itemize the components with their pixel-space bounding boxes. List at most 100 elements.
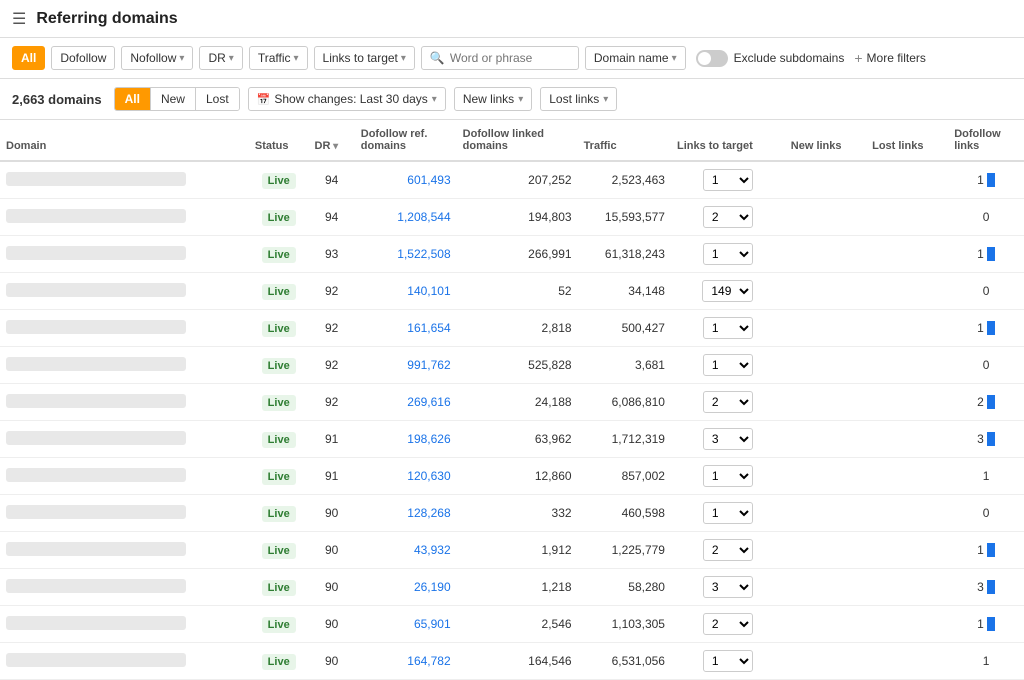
domain-placeholder <box>6 653 186 667</box>
dofollow-links-cell: 1 <box>948 606 1024 643</box>
domain-placeholder <box>6 394 186 408</box>
dofollow-ref-link[interactable]: 1,208,544 <box>397 210 450 224</box>
dofollow-bar-icon[interactable] <box>987 432 995 446</box>
hamburger-icon[interactable]: ☰ <box>12 9 26 29</box>
links-target-cell: 1 <box>671 310 785 347</box>
lost-links-cell <box>866 161 948 199</box>
dofollow-ref-link[interactable]: 164,782 <box>407 654 450 668</box>
search-input[interactable] <box>450 51 570 65</box>
exclude-subdomains-toggle[interactable] <box>696 50 728 67</box>
links-target-cell: 2 <box>671 532 785 569</box>
dofollow-ref-link[interactable]: 43,932 <box>414 543 451 557</box>
links-target-select[interactable]: 1 <box>703 317 753 339</box>
dofollow-bar-icon[interactable] <box>987 247 995 261</box>
col-lost-links: Lost links <box>866 120 948 161</box>
lost-links-cell <box>866 310 948 347</box>
dr-chevron-icon: ▾ <box>229 53 234 64</box>
dofollow-ref-cell: 1,208,544 <box>355 199 457 236</box>
all-filter-button[interactable]: All <box>12 46 45 70</box>
table-row: Live 90 65,901 2,546 1,103,305 2 1 <box>0 606 1024 643</box>
dofollow-bar-icon[interactable] <box>987 543 995 557</box>
links-target-select[interactable]: 1 <box>703 465 753 487</box>
col-dr[interactable]: DR <box>309 120 355 161</box>
traffic-cell: 6,086,810 <box>578 384 671 421</box>
links-target-select[interactable]: 2 <box>703 539 753 561</box>
dofollow-ref-link[interactable]: 26,190 <box>414 580 451 594</box>
table-row: Live 94 1,208,544 194,803 15,593,577 2 0 <box>0 199 1024 236</box>
traffic-cell: 857,002 <box>578 458 671 495</box>
links-target-select[interactable]: 3 <box>703 428 753 450</box>
domain-placeholder <box>6 357 186 371</box>
more-filters-button[interactable]: + More filters <box>854 50 926 66</box>
links-target-cell: 1 <box>671 495 785 532</box>
lost-links-cell <box>866 606 948 643</box>
links-target-select[interactable]: 2 <box>703 613 753 635</box>
links-target-cell: 1 <box>671 347 785 384</box>
dofollow-bar-icon[interactable] <box>987 321 995 335</box>
new-links-cell <box>785 236 866 273</box>
dofollow-ref-link[interactable]: 269,616 <box>407 395 450 409</box>
domain-cell <box>0 161 249 199</box>
calendar-icon: 📅 <box>257 93 271 106</box>
table-row: Live 90 26,190 1,218 58,280 3 3 <box>0 569 1024 606</box>
links-target-select[interactable]: 2 <box>703 206 753 228</box>
traffic-filter-button[interactable]: Traffic ▾ <box>249 46 308 70</box>
new-links-button[interactable]: New links ▾ <box>454 87 532 111</box>
view-tab-group: All New Lost <box>114 87 240 111</box>
links-target-select[interactable]: 149 <box>702 280 753 302</box>
dofollow-ref-link[interactable]: 65,901 <box>414 617 451 631</box>
links-target-select[interactable]: 2 <box>703 391 753 413</box>
dofollow-links-cell: 1 <box>948 458 1024 495</box>
links-target-select[interactable]: 1 <box>703 354 753 376</box>
links-target-select[interactable]: 1 <box>703 243 753 265</box>
dofollow-bar-icon[interactable] <box>987 395 995 409</box>
links-target-select[interactable]: 1 <box>703 169 753 191</box>
toggle-knob <box>698 52 711 65</box>
domain-placeholder <box>6 320 186 334</box>
dofollow-bar-icon[interactable] <box>987 617 995 631</box>
status-cell: Live <box>249 421 309 458</box>
col-links-to-target: Links to target <box>671 120 785 161</box>
col-dofollow-linked: Dofollow linkeddomains <box>457 120 578 161</box>
dofollow-bar-icon[interactable] <box>987 580 995 594</box>
dofollow-links-cell: 2 <box>948 384 1024 421</box>
dofollow-ref-link[interactable]: 601,493 <box>407 173 450 187</box>
domain-cell <box>0 569 249 606</box>
links-target-select[interactable]: 1 <box>703 650 753 672</box>
search-icon: 🔍 <box>430 51 445 65</box>
table-row: Live 90 128,268 332 460,598 1 0 <box>0 495 1024 532</box>
dofollow-ref-link[interactable]: 991,762 <box>407 358 450 372</box>
links-target-select[interactable]: 1 <box>703 502 753 524</box>
dofollow-ref-link[interactable]: 1,522,508 <box>397 247 450 261</box>
links-to-target-filter-button[interactable]: Links to target ▾ <box>314 46 415 70</box>
search-box: 🔍 <box>421 46 579 70</box>
dofollow-ref-link[interactable]: 140,101 <box>407 284 450 298</box>
dofollow-filter-button[interactable]: Dofollow <box>51 46 115 70</box>
nofollow-filter-button[interactable]: Nofollow ▾ <box>121 46 193 70</box>
status-badge: Live <box>262 173 296 189</box>
new-links-cell <box>785 643 866 680</box>
dofollow-ref-link[interactable]: 198,626 <box>407 432 450 446</box>
dofollow-ref-link[interactable]: 161,654 <box>407 321 450 335</box>
table-row: Live 93 1,522,508 266,991 61,318,243 1 1 <box>0 236 1024 273</box>
col-traffic: Traffic <box>578 120 671 161</box>
status-cell: Live <box>249 347 309 384</box>
tab-lost[interactable]: Lost <box>196 88 239 110</box>
dofollow-bar-icon[interactable] <box>987 173 995 187</box>
status-badge: Live <box>262 617 296 633</box>
dr-cell: 90 <box>309 606 355 643</box>
domain-name-filter-button[interactable]: Domain name ▾ <box>585 46 686 70</box>
dr-filter-button[interactable]: DR ▾ <box>199 46 242 70</box>
dofollow-ref-link[interactable]: 120,630 <box>407 469 450 483</box>
links-target-select[interactable]: 3 <box>703 576 753 598</box>
dofollow-ref-link[interactable]: 128,268 <box>407 506 450 520</box>
lost-links-button[interactable]: Lost links ▾ <box>540 87 617 111</box>
page-header: ☰ Referring domains <box>0 0 1024 38</box>
show-changes-button[interactable]: 📅 Show changes: Last 30 days ▾ <box>248 87 446 111</box>
dr-cell: 90 <box>309 569 355 606</box>
tab-new[interactable]: New <box>151 88 196 110</box>
status-badge: Live <box>262 432 296 448</box>
domain-cell <box>0 273 249 310</box>
tab-all[interactable]: All <box>115 88 151 110</box>
status-cell: Live <box>249 199 309 236</box>
